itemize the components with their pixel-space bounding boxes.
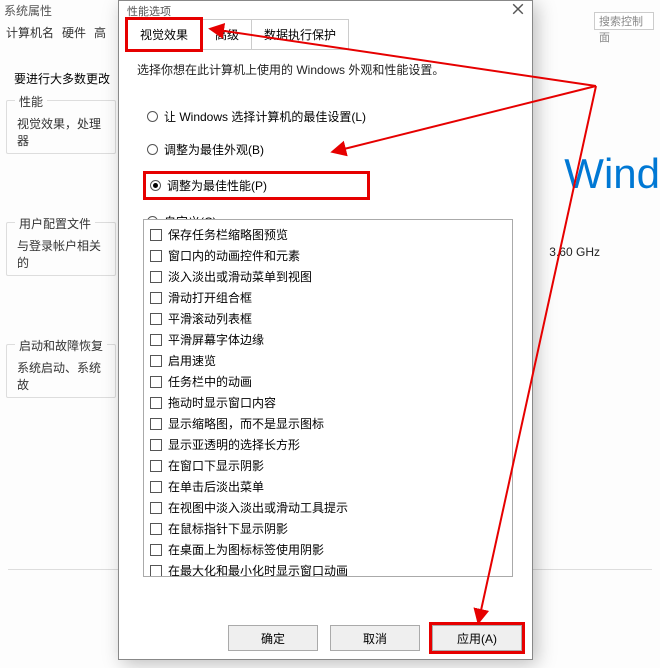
- bg-window-title: 系统属性: [4, 2, 52, 19]
- radio-label: 让 Windows 选择计算机的最佳设置(L): [164, 108, 366, 125]
- radio-best-performance[interactable]: 调整为最佳性能(P): [143, 171, 370, 200]
- checklist-item-label: 平滑滚动列表框: [168, 310, 252, 327]
- checklist-item[interactable]: 平滑屏幕字体边缘: [150, 329, 506, 350]
- checkbox-icon: [150, 313, 162, 325]
- checklist-item-label: 在鼠标指针下显示阴影: [168, 520, 288, 537]
- checklist-item[interactable]: 显示缩略图，而不是显示图标: [150, 413, 506, 434]
- checklist-item-label: 拖动时显示窗口内容: [168, 394, 276, 411]
- ok-button[interactable]: 确定: [228, 625, 318, 651]
- checklist-item-label: 在窗口下显示阴影: [168, 457, 264, 474]
- checklist-item-label: 在视图中淡入淡出或滑动工具提示: [168, 499, 348, 516]
- dialog-tabs: 视觉效果 高级 数据执行保护: [125, 17, 349, 52]
- bg-group-user-profile: 用户配置文件 与登录帐户相关的: [6, 222, 116, 276]
- checklist-item[interactable]: 显示亚透明的选择长方形: [150, 434, 506, 455]
- checklist-item-label: 滑动打开组合框: [168, 289, 252, 306]
- checklist-item[interactable]: 窗口内的动画控件和元素: [150, 245, 506, 266]
- radio-group: 让 Windows 选择计算机的最佳设置(L) 调整为最佳外观(B) 调整为最佳…: [143, 105, 370, 233]
- tab-dep[interactable]: 数据执行保护: [252, 19, 349, 50]
- checkbox-icon: [150, 460, 162, 472]
- cpu-ghz-value: 3.60 GHz: [549, 245, 600, 259]
- radio-best-appearance[interactable]: 调整为最佳外观(B): [143, 138, 370, 161]
- checkbox-icon: [150, 376, 162, 388]
- performance-options-dialog: 性能选项 视觉效果 高级 数据执行保护 选择你想在此计算机上使用的 Window…: [118, 0, 533, 660]
- radio-icon: [147, 111, 158, 122]
- checkbox-icon: [150, 544, 162, 556]
- checklist-item[interactable]: 淡入淡出或滑动菜单到视图: [150, 266, 506, 287]
- checklist-item[interactable]: 在视图中淡入淡出或滑动工具提示: [150, 497, 506, 518]
- checklist-item[interactable]: 平滑滚动列表框: [150, 308, 506, 329]
- apply-button[interactable]: 应用(A): [432, 625, 522, 651]
- bg-group-user-profile-title: 用户配置文件: [15, 215, 95, 232]
- radio-label: 调整为最佳性能(P): [167, 177, 267, 194]
- checkbox-icon: [150, 334, 162, 346]
- bg-tab-advanced[interactable]: 高: [94, 24, 106, 41]
- checkbox-icon: [150, 229, 162, 241]
- radio-icon: [147, 144, 158, 155]
- checklist-item-label: 显示亚透明的选择长方形: [168, 436, 300, 453]
- checklist-item-label: 启用速览: [168, 352, 216, 369]
- checklist-item[interactable]: 在窗口下显示阴影: [150, 455, 506, 476]
- dialog-description: 选择你想在此计算机上使用的 Windows 外观和性能设置。: [137, 61, 444, 78]
- bg-tab-computer-name[interactable]: 计算机名: [6, 24, 54, 41]
- checkbox-icon: [150, 292, 162, 304]
- checklist-item[interactable]: 任务栏中的动画: [150, 371, 506, 392]
- bg-group-startup: 启动和故障恢复 系统启动、系统故: [6, 344, 116, 398]
- tab-advanced[interactable]: 高级: [203, 19, 252, 50]
- checkbox-icon: [150, 481, 162, 493]
- checklist-item-label: 任务栏中的动画: [168, 373, 252, 390]
- checklist-item[interactable]: 启用速览: [150, 350, 506, 371]
- bg-group-performance: 性能 视觉效果，处理器: [6, 100, 116, 154]
- radio-let-windows-choose[interactable]: 让 Windows 选择计算机的最佳设置(L): [143, 105, 370, 128]
- checkbox-icon: [150, 523, 162, 535]
- checkbox-icon: [150, 397, 162, 409]
- bg-group-startup-title: 启动和故障恢复: [15, 337, 107, 354]
- checklist-item[interactable]: 在桌面上为图标标签使用阴影: [150, 539, 506, 560]
- checkbox-icon: [150, 565, 162, 577]
- radio-icon: [150, 180, 161, 191]
- checklist-item[interactable]: 在鼠标指针下显示阴影: [150, 518, 506, 539]
- dialog-button-row: 确定 取消 应用(A): [228, 625, 522, 651]
- checklist-item-label: 在最大化和最小化时显示窗口动画: [168, 562, 348, 577]
- bg-tabs: 计算机名 硬件 高: [0, 20, 112, 45]
- checklist-item-label: 平滑屏幕字体边缘: [168, 331, 264, 348]
- windows-logo-text: Wind: [564, 150, 660, 198]
- cancel-button[interactable]: 取消: [330, 625, 420, 651]
- checkbox-icon: [150, 418, 162, 430]
- checklist-item[interactable]: 在最大化和最小化时显示窗口动画: [150, 560, 506, 577]
- checklist-item[interactable]: 拖动时显示窗口内容: [150, 392, 506, 413]
- bg-group-performance-title: 性能: [15, 93, 47, 110]
- search-input[interactable]: 搜索控制面: [594, 12, 654, 30]
- checklist-item-label: 窗口内的动画控件和元素: [168, 247, 300, 264]
- close-icon[interactable]: [512, 3, 524, 15]
- tab-visual-effects[interactable]: 视觉效果: [125, 17, 203, 52]
- checklist-item-label: 淡入淡出或滑动菜单到视图: [168, 268, 312, 285]
- checklist-item-label: 在单击后淡出菜单: [168, 478, 264, 495]
- checklist-item[interactable]: 保存任务栏缩略图预览: [150, 224, 506, 245]
- bg-msg: 要进行大多数更改: [14, 70, 110, 87]
- radio-label: 调整为最佳外观(B): [164, 141, 264, 158]
- checkbox-icon: [150, 502, 162, 514]
- checkbox-icon: [150, 355, 162, 367]
- checkbox-icon: [150, 439, 162, 451]
- checklist-item-label: 保存任务栏缩略图预览: [168, 226, 288, 243]
- checklist-item-label: 显示缩略图，而不是显示图标: [168, 415, 324, 432]
- checklist-item[interactable]: 在单击后淡出菜单: [150, 476, 506, 497]
- checklist-item-label: 在桌面上为图标标签使用阴影: [168, 541, 324, 558]
- checkbox-icon: [150, 271, 162, 283]
- checkbox-icon: [150, 250, 162, 262]
- bg-tab-hardware[interactable]: 硬件: [62, 24, 86, 41]
- visual-effects-checklist[interactable]: 保存任务栏缩略图预览窗口内的动画控件和元素淡入淡出或滑动菜单到视图滑动打开组合框…: [143, 219, 513, 577]
- checklist-item[interactable]: 滑动打开组合框: [150, 287, 506, 308]
